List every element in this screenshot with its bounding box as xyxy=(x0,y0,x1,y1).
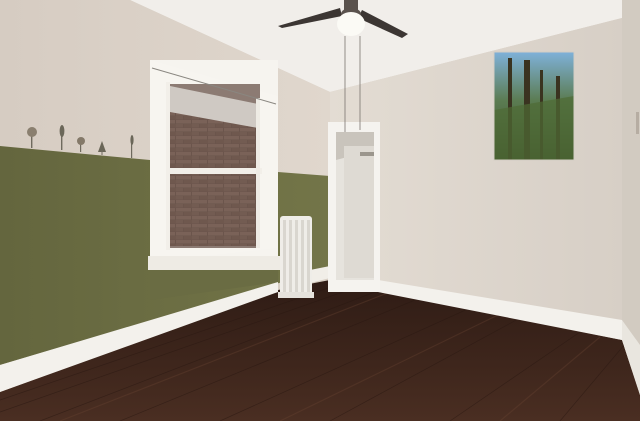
doorway xyxy=(328,122,380,292)
room-scene xyxy=(0,0,640,421)
radiator xyxy=(278,216,314,298)
wall-hook xyxy=(636,112,639,134)
room-photo xyxy=(0,0,640,421)
brick-wall-view xyxy=(170,112,258,246)
forest-wall-art xyxy=(493,51,575,161)
window xyxy=(148,60,280,270)
